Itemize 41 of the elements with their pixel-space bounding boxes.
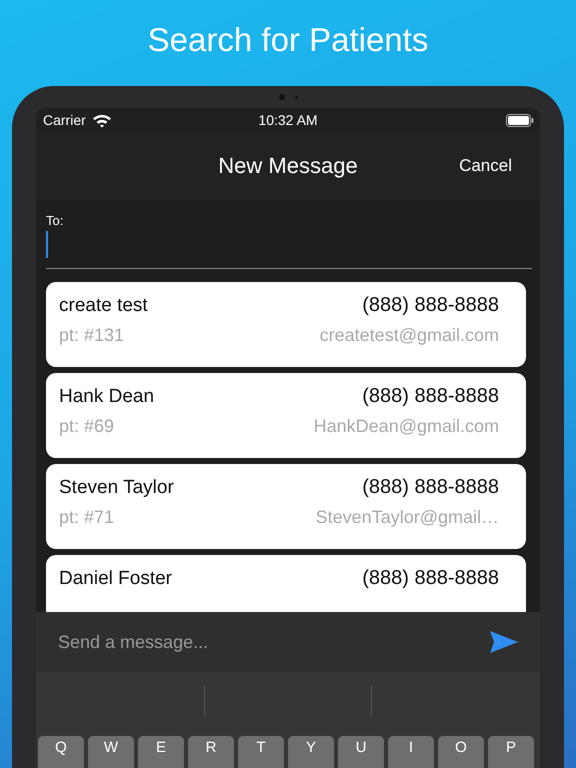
battery-icon [506, 114, 534, 126]
recipient-field[interactable]: To: [46, 213, 532, 269]
wifi-icon [92, 112, 112, 128]
keyboard-key[interactable]: I [388, 736, 434, 768]
keyboard-key[interactable]: T [238, 736, 284, 768]
patient-phone: (888) 888-8888 [362, 385, 499, 408]
keyboard-key[interactable]: E [138, 736, 184, 768]
patient-id: pt: #71 [59, 507, 114, 528]
clock-time: 10:32 AM [257, 112, 319, 128]
patient-card[interactable]: create test (888) 888-8888 pt: #131 createtest@gmail.com [46, 282, 526, 367]
send-icon[interactable] [490, 631, 518, 653]
patient-email: createtest@gmail.com [320, 325, 499, 346]
keyboard-key[interactable]: W [88, 736, 134, 768]
keyboard-key[interactable]: O [438, 736, 484, 768]
patient-card[interactable]: Daniel Foster (888) 888-8888 [46, 555, 526, 612]
cancel-button[interactable]: Cancel [455, 152, 516, 180]
keyboard-key[interactable]: U [338, 736, 384, 768]
patient-id: pt: #69 [59, 416, 114, 437]
patient-card[interactable]: Hank Dean (888) 888-8888 pt: #69 HankDean@gmail.com [46, 373, 526, 458]
patient-phone: (888) 888-8888 [362, 294, 499, 317]
patient-id: pt: #131 [59, 325, 124, 346]
carrier-label: Carrier [43, 112, 86, 128]
patient-name: create test [59, 295, 148, 317]
message-field[interactable]: Send a message... [58, 628, 480, 656]
patient-email: HankDean@gmail.com [314, 416, 499, 437]
message-bar[interactable]: Send a message... [36, 612, 540, 672]
patient-phone: (888) 888-8888 [362, 567, 499, 590]
patient-card[interactable]: Steven Taylor (888) 888-8888 pt: #71 StevenTaylor@gmail… [46, 464, 526, 549]
patient-name: Hank Dean [59, 386, 154, 408]
keyboard-key[interactable]: P [488, 736, 534, 768]
to-label: To: [46, 213, 64, 228]
camera-icon [278, 94, 284, 100]
patient-name: Steven Taylor [59, 477, 174, 499]
patient-email: StevenTaylor@gmail… [316, 507, 499, 528]
keyboard-key[interactable]: R [188, 736, 234, 768]
keyboard-key[interactable]: Y [288, 736, 334, 768]
keyboard-key[interactable]: Q [38, 736, 84, 768]
screen-title: New Message [218, 153, 358, 179]
headline: Search for Patients [148, 20, 428, 60]
patient-name: Daniel Foster [59, 568, 172, 590]
patient-phone: (888) 888-8888 [362, 476, 499, 499]
